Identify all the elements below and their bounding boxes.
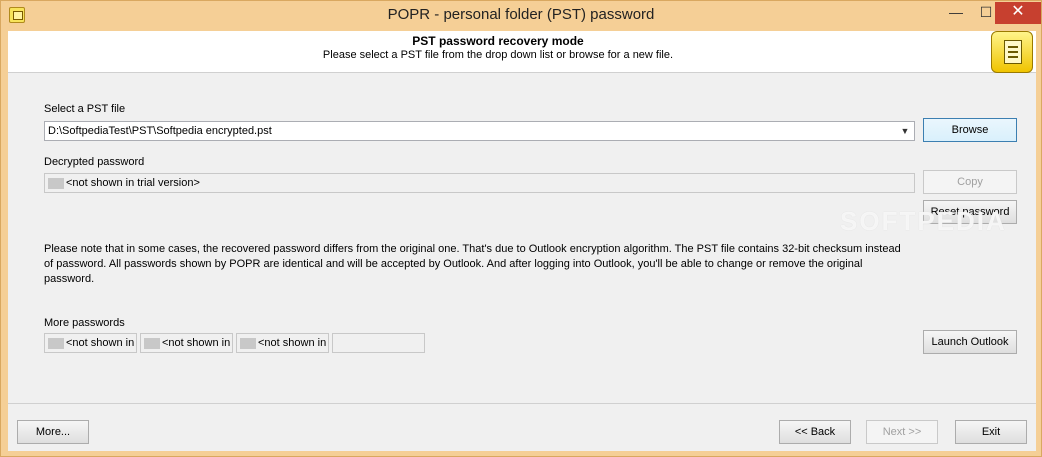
header-panel: PST password recovery mode Please select… [8, 31, 1036, 73]
more-password-3-value: <not shown in t [258, 337, 329, 349]
watermark: SOFTPEDIA [840, 206, 1007, 236]
decrypted-password-field: <not shown in trial version> [44, 173, 915, 193]
mode-subtitle: Please select a PST file from the drop d… [322, 49, 674, 61]
info-note: Please note that in some cases, the reco… [44, 243, 901, 285]
client-area: PST password recovery mode Please select… [8, 31, 1036, 451]
pst-file-icon [991, 31, 1033, 73]
footer-bar: More... << Back Next >> Exit [8, 403, 1036, 451]
more-password-1: <not shown in [44, 333, 137, 353]
more-button[interactable]: More... [17, 420, 89, 444]
copy-button[interactable]: Copy [923, 170, 1017, 194]
pst-file-label: Select a PST file [44, 103, 126, 115]
window-title: POPR - personal folder (PST) password [387, 6, 655, 23]
main-panel: Select a PST file D:\SoftpediaTest\PST\S… [8, 74, 1036, 402]
chevron-down-icon[interactable]: ▼ [897, 123, 913, 139]
masked-icon [48, 177, 64, 189]
masked-icon [144, 337, 160, 349]
back-button[interactable]: << Back [779, 420, 851, 444]
pst-file-value: D:\SoftpediaTest\PST\Softpedia encrypted… [48, 125, 272, 137]
decrypted-password-value: <not shown in trial version> [66, 177, 200, 189]
launch-outlook-button[interactable]: Launch Outlook [923, 330, 1017, 354]
next-button[interactable]: Next >> [866, 420, 938, 444]
mode-title: PST password recovery mode [412, 34, 584, 48]
title-bar[interactable]: POPR - personal folder (PST) password — … [1, 1, 1041, 30]
exit-button[interactable]: Exit [955, 420, 1027, 444]
more-passwords-label: More passwords [44, 317, 125, 329]
masked-icon [48, 337, 64, 349]
more-password-1-value: <not shown in [66, 337, 135, 349]
more-password-2: <not shown in [140, 333, 233, 353]
more-password-2-value: <not shown in [162, 337, 231, 349]
app-window: POPR - personal folder (PST) password — … [0, 0, 1042, 457]
more-password-4 [332, 333, 425, 353]
decrypted-password-label: Decrypted password [44, 156, 145, 168]
more-password-3: <not shown in t [236, 333, 329, 353]
close-button[interactable]: ✕ [995, 2, 1041, 24]
minimize-button[interactable]: — [941, 2, 971, 24]
browse-button[interactable]: Browse [923, 118, 1017, 142]
pst-file-select[interactable]: D:\SoftpediaTest\PST\Softpedia encrypted… [44, 121, 915, 141]
masked-icon [240, 337, 256, 349]
